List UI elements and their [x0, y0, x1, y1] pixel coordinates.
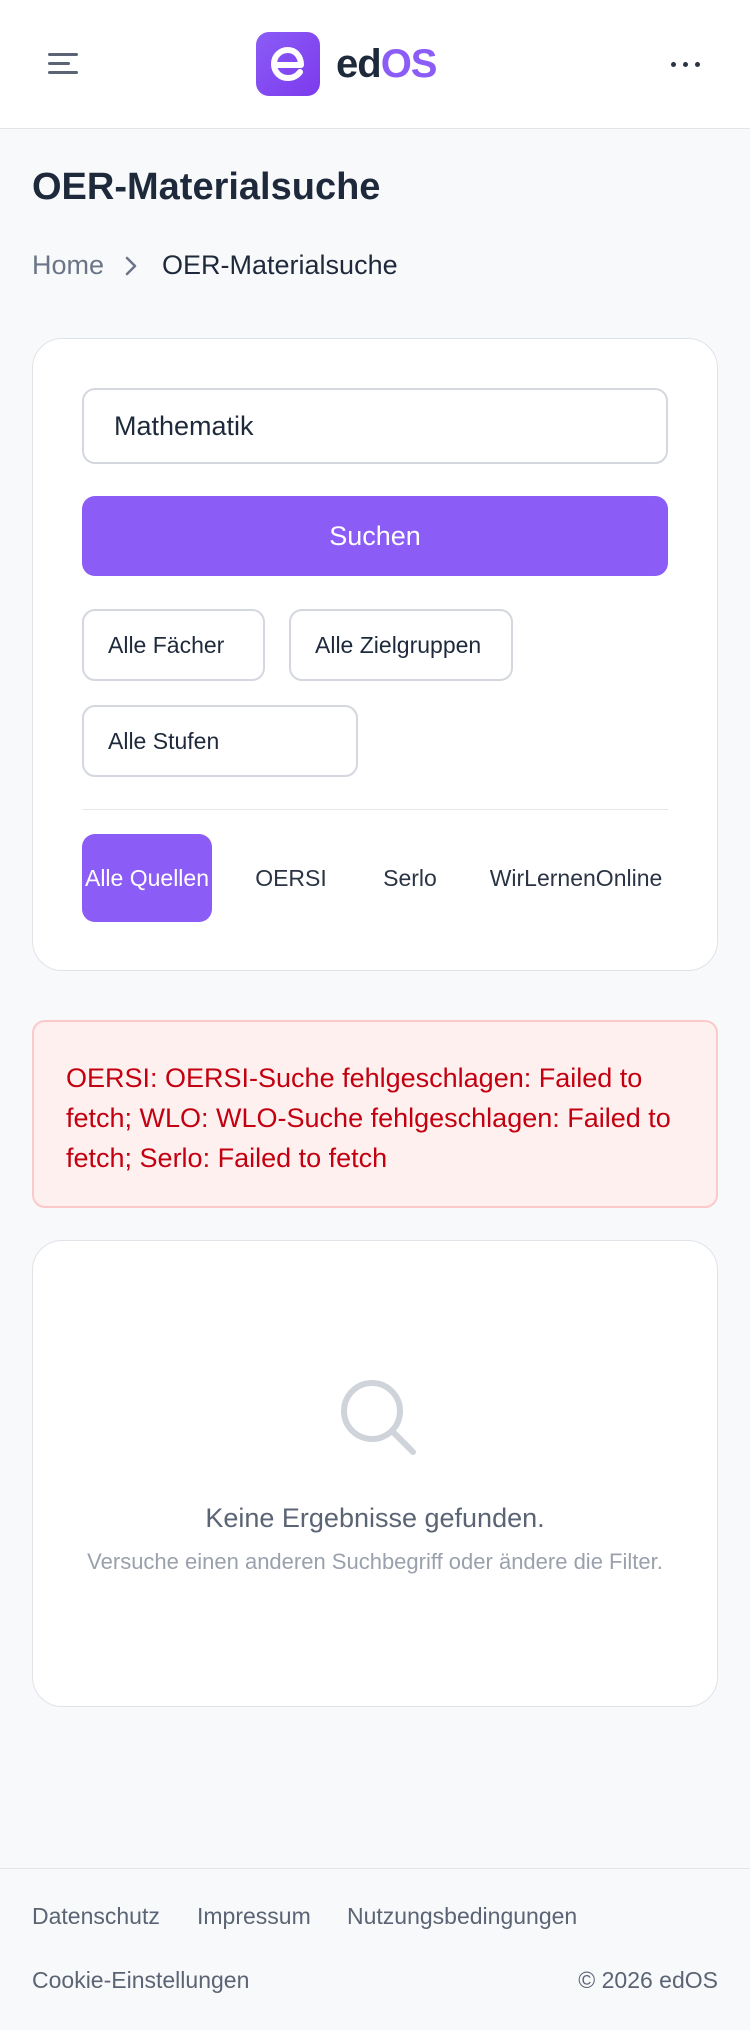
source-tab-oersi[interactable]: OERSI: [241, 834, 341, 922]
empty-state-title: Keine Ergebnisse gefunden.: [205, 1503, 545, 1533]
audience-filter-select[interactable]: Alle Zielgruppen: [289, 609, 513, 681]
search-icon: [341, 1380, 416, 1455]
page-title: OER-Materialsuche: [32, 166, 381, 208]
page-footer: Datenschutz Impressum Nutzungsbedingunge…: [0, 1868, 750, 2030]
level-filter-select[interactable]: Alle Stufen: [82, 705, 358, 777]
divider: [82, 809, 668, 810]
footer-link-imprint[interactable]: Impressum: [197, 1903, 311, 1930]
breadcrumb-current: OER-Materialsuche: [162, 250, 398, 280]
logo-mark: [256, 32, 320, 96]
search-panel: Suchen Alle Fächer Alle Zielgruppen Alle…: [32, 338, 718, 971]
brand-name: edOS: [336, 32, 438, 96]
error-message: OERSI: OERSI-Suche fehlgeschlagen: Faile…: [66, 1063, 671, 1173]
breadcrumb-home-link[interactable]: Home: [32, 250, 104, 281]
brand-name-os: OS: [380, 42, 438, 86]
empty-results-panel: Keine Ergebnisse gefunden. Versuche eine…: [32, 1240, 718, 1707]
error-alert: OERSI: OERSI-Suche fehlgeschlagen: Faile…: [32, 1020, 718, 1208]
more-horizontal-icon[interactable]: [666, 52, 706, 76]
brand-name-ed: ed: [336, 42, 382, 86]
empty-state-subtitle: Versuche einen anderen Suchbegriff oder …: [87, 1549, 663, 1574]
copyright-text: © 2026 edOS: [578, 1967, 718, 1993]
source-tab-serlo[interactable]: Serlo: [367, 834, 453, 922]
brand-logo[interactable]: edOS: [256, 32, 438, 96]
breadcrumb: Home OER-Materialsuche: [32, 250, 398, 281]
source-tab-all[interactable]: Alle Quellen: [82, 834, 212, 922]
subject-filter-select[interactable]: Alle Fächer: [82, 609, 265, 681]
search-input[interactable]: [82, 388, 668, 464]
footer-link-privacy[interactable]: Datenschutz: [32, 1903, 160, 1930]
logo-e-icon: [271, 47, 304, 81]
chevron-right-icon: [124, 255, 138, 277]
footer-link-terms[interactable]: Nutzungsbedingungen: [347, 1903, 577, 1930]
search-button[interactable]: Suchen: [82, 496, 668, 576]
footer-link-cookie-settings[interactable]: Cookie-Einstellungen: [32, 1967, 249, 1994]
menu-icon[interactable]: [44, 46, 84, 82]
app-header: edOS: [0, 0, 750, 129]
source-tab-wirlernenonline[interactable]: WirLernenOnline: [481, 834, 671, 922]
